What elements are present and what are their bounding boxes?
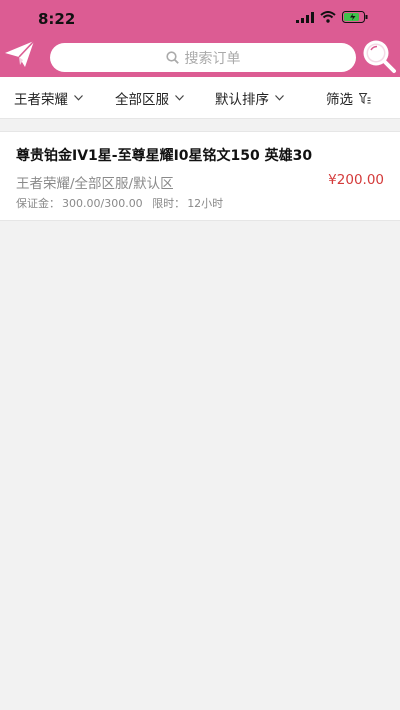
filter-game[interactable]: 王者荣耀: [14, 77, 83, 119]
wifi-icon: [320, 11, 336, 23]
paper-plane-icon[interactable]: [4, 38, 36, 70]
battery-icon: [342, 11, 368, 23]
time-limit-label: 限时：: [152, 197, 186, 210]
order-meta: 王者荣耀/全部区服/默认区: [16, 176, 174, 192]
chevron-down-icon: [275, 95, 284, 101]
status-time: 8:22: [38, 10, 76, 28]
order-title: 尊贵铂金IV1星-至尊星耀I0星铭文150 英雄30: [16, 148, 313, 164]
filter-server-label: 全部区服: [115, 92, 169, 108]
order-deposit-info: 保证金： 300.00/300.00 限时： 12小时: [16, 195, 225, 211]
filter-sort[interactable]: 默认排序: [215, 77, 284, 119]
funnel-icon: [359, 92, 371, 104]
time-limit-value: 12小时: [187, 197, 224, 210]
app-header: 8:22 搜索订单: [0, 0, 400, 77]
signal-icon: [296, 11, 314, 23]
search-input[interactable]: 搜索订单: [50, 43, 356, 72]
chevron-down-icon: [175, 95, 184, 101]
filter-sort-label: 默认排序: [215, 92, 269, 108]
search-icon: [165, 51, 179, 64]
filter-screen-label: 筛选: [326, 92, 353, 108]
magnifier-icon[interactable]: [361, 38, 397, 74]
order-card[interactable]: 尊贵铂金IV1星-至尊星耀I0星铭文150 英雄30 王者荣耀/全部区服/默认区…: [0, 131, 400, 221]
search-placeholder: 搜索订单: [184, 50, 241, 67]
status-icons: [296, 11, 368, 23]
order-price: ¥200.00: [328, 172, 384, 188]
filter-bar: 王者荣耀 全部区服 默认排序 筛选: [0, 77, 400, 119]
deposit-label: 保证金：: [16, 197, 60, 210]
chevron-down-icon: [74, 95, 83, 101]
filter-screen[interactable]: 筛选: [326, 77, 371, 119]
filter-game-label: 王者荣耀: [14, 92, 68, 108]
deposit-value: 300.00/300.00: [62, 197, 143, 210]
filter-server[interactable]: 全部区服: [115, 77, 184, 119]
